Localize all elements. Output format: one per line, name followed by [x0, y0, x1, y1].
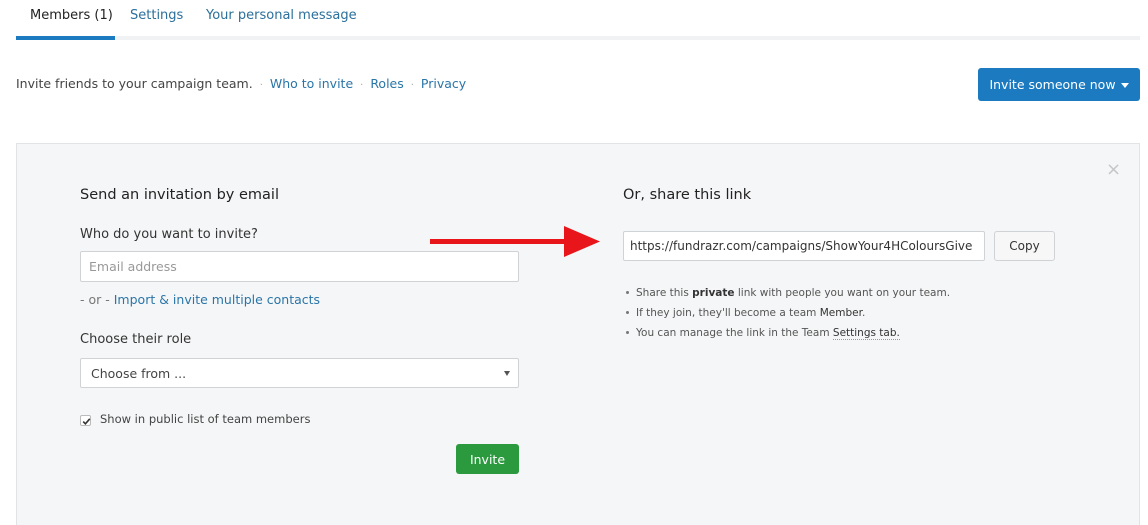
dropdown-arrow-icon	[504, 371, 510, 376]
show-public-label: Show in public list of team members	[100, 412, 311, 426]
bullet-text: If they join, they'll become a team	[636, 307, 817, 319]
share-info-list: Share this private link with people you …	[624, 283, 1044, 343]
list-item: You can manage the link in the Team Sett…	[624, 323, 1044, 343]
import-contacts-link[interactable]: Import & invite multiple contacts	[114, 292, 320, 307]
intro-text: Invite friends to your campaign team.	[16, 76, 253, 91]
tab-personal-message[interactable]: Your personal message	[206, 8, 357, 23]
invite-button[interactable]: Invite	[456, 444, 519, 474]
email-section-title: Send an invitation by email	[80, 187, 279, 203]
invite-someone-now-button[interactable]: Invite someone now	[978, 68, 1140, 101]
invite-someone-now-label: Invite someone now	[989, 77, 1116, 92]
or-import-line: - or - Import & invite multiple contacts	[80, 292, 320, 307]
show-public-checkbox[interactable]	[80, 415, 91, 426]
red-arrow-icon	[430, 226, 600, 257]
role-select-value: Choose from ...	[91, 366, 187, 381]
close-icon[interactable]: ×	[1106, 161, 1122, 179]
or-text: - or -	[80, 292, 110, 307]
tab-bar: Members (1) Settings Your personal messa…	[16, 0, 1140, 40]
copy-button[interactable]: Copy	[994, 231, 1055, 261]
intro-line: Invite friends to your campaign team. · …	[16, 76, 466, 91]
choose-role-label: Choose their role	[80, 332, 192, 347]
tab-members[interactable]: Members (1)	[30, 8, 113, 23]
roles-link[interactable]: Roles	[370, 76, 403, 91]
settings-tab-link[interactable]: Settings tab.	[832, 327, 900, 340]
bullet-text: link with people you want on your team.	[737, 287, 951, 299]
list-item: If they join, they'll become a team Memb…	[624, 303, 1044, 323]
share-link-input[interactable]	[623, 231, 985, 261]
who-to-invite-link[interactable]: Who to invite	[270, 76, 353, 91]
tab-settings[interactable]: Settings	[130, 8, 183, 23]
bullet-bold-text: private	[692, 287, 735, 299]
share-section-title: Or, share this link	[623, 187, 752, 203]
member-term: Member	[819, 307, 862, 319]
separator: ·	[410, 80, 414, 91]
who-to-invite-label: Who do you want to invite?	[80, 227, 258, 242]
separator: ·	[259, 80, 263, 91]
caret-down-icon	[1120, 83, 1129, 88]
bullet-text: You can manage the link in the Team	[636, 327, 830, 339]
checkmark-icon	[82, 418, 91, 425]
separator: ·	[360, 80, 364, 91]
role-select[interactable]: Choose from ...	[80, 358, 519, 388]
bullet-text: Share this	[636, 287, 689, 299]
privacy-link[interactable]: Privacy	[421, 76, 466, 91]
bullet-text: .	[861, 307, 866, 319]
active-tab-indicator	[16, 36, 115, 40]
list-item: Share this private link with people you …	[624, 283, 1044, 303]
